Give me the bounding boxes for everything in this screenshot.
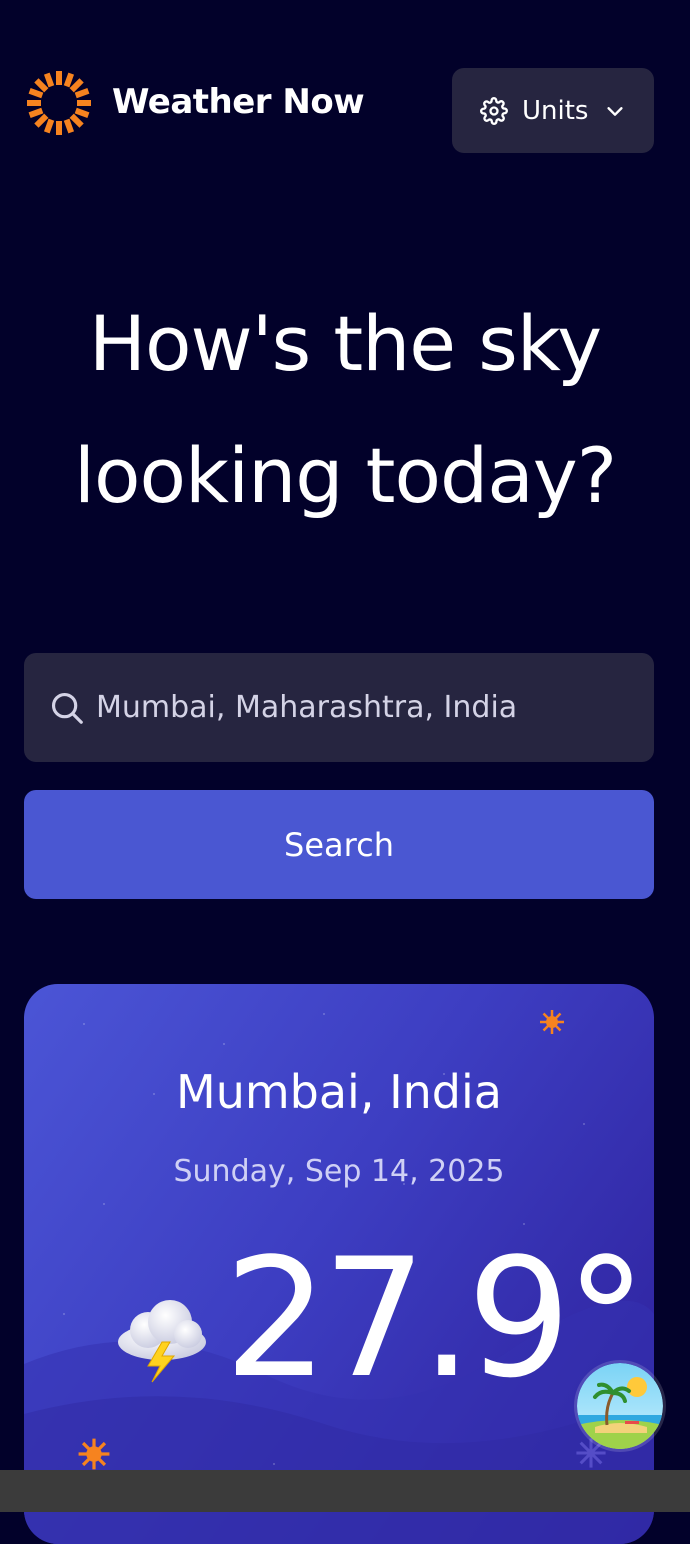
app-title: Weather Now [112, 82, 365, 122]
current-temperature: 27.9° [224, 1223, 647, 1414]
thunderstorm-icon [118, 1300, 206, 1383]
beach-avatar-icon[interactable] [577, 1363, 663, 1449]
bottom-bar [0, 1470, 690, 1512]
search-button[interactable]: Search [24, 790, 654, 899]
headline-line-2: looking today? [73, 431, 617, 520]
sun-logo-icon [24, 68, 94, 138]
units-button[interactable]: Units [452, 68, 654, 153]
location-name: Mumbai, India [176, 1065, 502, 1119]
page-headline: How's the sky looking today? [0, 278, 690, 542]
headline-line-1: How's the sky [88, 299, 602, 388]
chevron-down-icon [604, 100, 626, 122]
current-date: Sunday, Sep 14, 2025 [173, 1154, 505, 1189]
sparkle-decoration [78, 1438, 110, 1470]
search-field[interactable] [24, 653, 654, 762]
units-label: Units [522, 95, 589, 126]
current-weather-card: Mumbai, India Sunday, Sep 14, 2025 27.9° [24, 984, 654, 1544]
sparkle-decoration [540, 1010, 564, 1034]
search-input[interactable] [96, 677, 636, 738]
gear-icon [480, 96, 508, 125]
search-icon [48, 689, 86, 727]
